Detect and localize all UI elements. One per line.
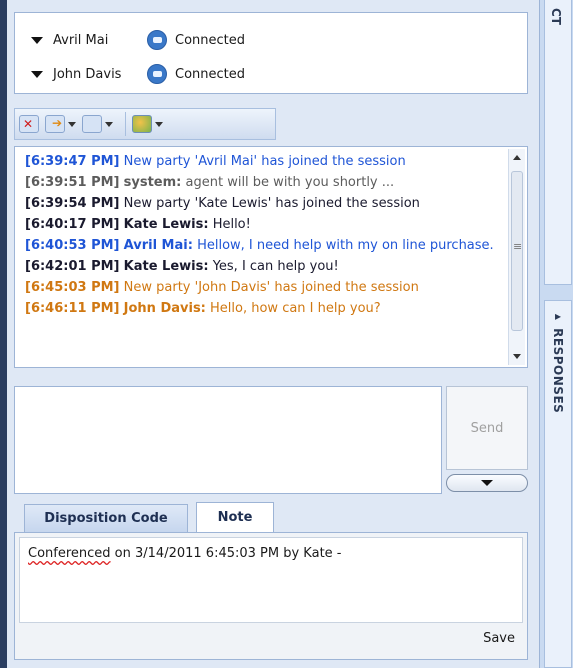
chat-message: [6:45:03 PM] New party 'John Davis' has … (25, 277, 505, 298)
chevron-down-icon (155, 121, 163, 127)
expand-arrow-icon[interactable] (31, 70, 43, 78)
scroll-thumb[interactable] (511, 171, 523, 331)
contacts-icon (132, 115, 152, 133)
chat-message: [6:39:54 PM] New party 'Kate Lewis' has … (25, 193, 505, 214)
message-sender: Kate Lewis: (123, 259, 209, 274)
message-sender: Avril Mai: (123, 238, 193, 253)
chat-message: [6:46:11 PM] John Davis: Hello, how can … (25, 298, 505, 319)
message-input[interactable] (14, 386, 442, 494)
tab-note[interactable]: Note (196, 502, 274, 532)
expand-arrow-icon[interactable] (31, 36, 43, 44)
message-text: Hello, how can I help you? (210, 301, 381, 316)
chevron-down-icon (105, 121, 113, 127)
message-text: Hello! (212, 217, 251, 232)
tab-disposition-code[interactable]: Disposition Code (24, 504, 188, 532)
send-options-button[interactable] (446, 474, 528, 492)
chat-message-list: [6:39:47 PM] New party 'Avril Mai' has j… (25, 151, 505, 319)
message-text: New party 'Kate Lewis' has joined the se… (123, 196, 420, 211)
bottom-tabs: Disposition Code Note (24, 502, 282, 532)
left-edge-strip (0, 0, 7, 668)
message-timestamp: [6:39:47 PM] (25, 154, 120, 169)
message-timestamp: [6:45:03 PM] (25, 280, 120, 295)
message-timestamp: [6:42:01 PM] (25, 259, 120, 274)
message-text: agent will be with you shortly ... (185, 175, 395, 190)
right-side-panel: CT ▸ RESPONSES (539, 0, 573, 668)
message-timestamp: [6:40:17 PM] (25, 217, 120, 232)
connected-status-icon (147, 64, 167, 84)
note-text-spellchecked-word: Conferenced (28, 546, 111, 561)
toolbar-separator (125, 112, 126, 136)
transfer-icon: ➔ (45, 115, 65, 133)
message-sender: system: (123, 175, 182, 190)
note-text: Conferenced on 3/14/2011 6:45:03 PM by K… (28, 546, 342, 561)
message-text: New party 'Avril Mai' has joined the ses… (123, 154, 406, 169)
message-sender: Kate Lewis: (123, 217, 209, 232)
participants-list: Avril Mai Connected John Davis Connected (14, 12, 528, 94)
message-timestamp: [6:46:11 PM] (25, 301, 120, 316)
chevron-down-icon (481, 480, 493, 486)
message-timestamp: [6:39:54 PM] (25, 196, 120, 211)
contacts-button[interactable] (132, 113, 163, 135)
connected-status-icon (147, 30, 167, 50)
message-text: Hellow, I need help with my on line purc… (197, 238, 494, 253)
chat-message: [6:40:53 PM] Avril Mai: Hellow, I need h… (25, 235, 505, 256)
chat-transcript[interactable]: [6:39:47 PM] New party 'Avril Mai' has j… (14, 146, 528, 368)
participant-status: Connected (175, 66, 246, 82)
end-session-button[interactable]: ✕ (19, 113, 39, 135)
note-panel: Conferenced on 3/14/2011 6:45:03 PM by K… (14, 532, 528, 660)
note-textarea[interactable]: Conferenced on 3/14/2011 6:45:03 PM by K… (19, 537, 523, 623)
participant-status: Connected (175, 32, 246, 48)
send-button[interactable]: Send (446, 386, 528, 470)
chat-message: [6:39:47 PM] New party 'Avril Mai' has j… (25, 151, 505, 172)
chat-message: [6:40:17 PM] Kate Lewis: Hello! (25, 214, 505, 235)
chat-main-panel: Avril Mai Connected John Davis Connected… (7, 0, 539, 668)
participant-name: Avril Mai (53, 32, 109, 48)
message-text: New party 'John Davis' has joined the se… (123, 280, 419, 295)
chat-message: [6:39:51 PM] system: agent will be with … (25, 172, 505, 193)
end-session-icon: ✕ (19, 115, 39, 133)
side-tab-responses[interactable]: ▸ RESPONSES (544, 300, 572, 668)
scroll-down-icon[interactable] (513, 354, 521, 359)
participant-row[interactable]: John Davis Connected (31, 63, 245, 85)
participant-name: John Davis (53, 66, 122, 82)
message-sender: John Davis: (123, 301, 206, 316)
side-tab-contact[interactable]: CT (544, 0, 572, 285)
message-timestamp: [6:39:51 PM] (25, 175, 120, 190)
chat-message: [6:42:01 PM] Kate Lewis: Yes, I can help… (25, 256, 505, 277)
side-tab-responses-label: ▸ RESPONSES (551, 309, 565, 414)
side-tab-contact-label: CT (549, 8, 563, 25)
transcript-scrollbar[interactable] (508, 149, 525, 365)
chevron-down-icon (68, 121, 76, 127)
save-note-button[interactable]: Save (483, 631, 515, 646)
message-timestamp: [6:40:53 PM] (25, 238, 120, 253)
message-text: Yes, I can help you! (212, 259, 339, 274)
transfer-button[interactable]: ➔ (45, 113, 76, 135)
conference-icon (82, 115, 102, 133)
note-text-rest: on 3/14/2011 6:45:03 PM by Kate - (110, 546, 342, 561)
conference-button[interactable] (82, 113, 113, 135)
participant-row[interactable]: Avril Mai Connected (31, 29, 245, 51)
chat-toolbar: ✕ ➔ (14, 108, 276, 140)
scroll-up-icon[interactable] (513, 155, 521, 160)
